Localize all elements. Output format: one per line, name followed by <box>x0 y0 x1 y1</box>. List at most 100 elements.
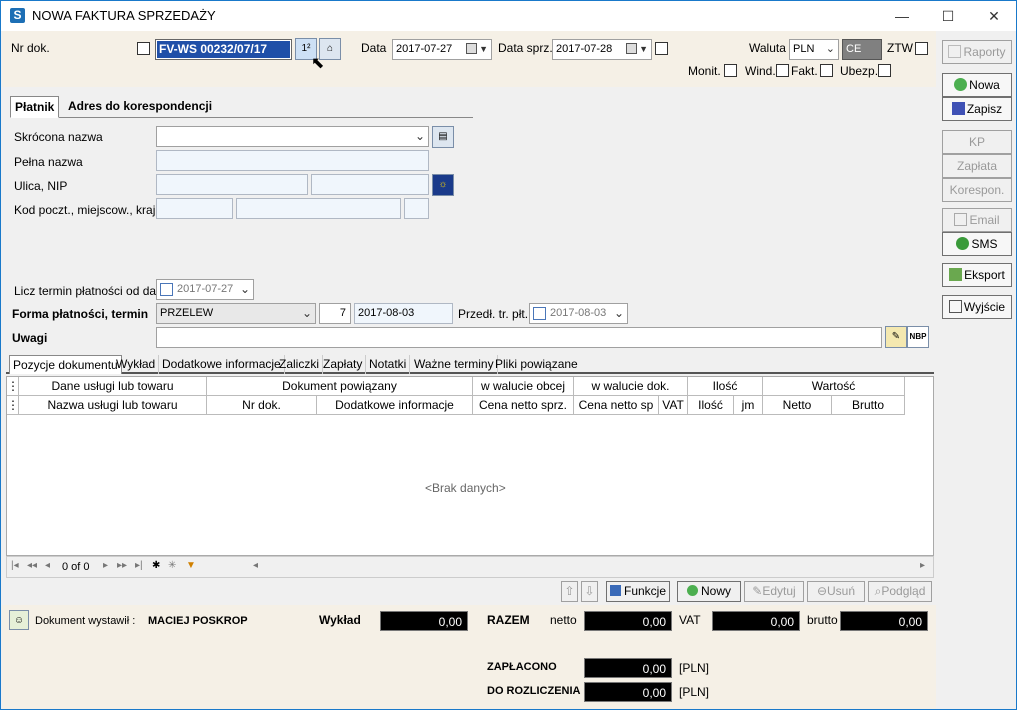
tab-zaplaty[interactable]: Zapłaty <box>320 355 367 374</box>
move-down-icon[interactable]: ⇩ <box>581 581 598 602</box>
column-header[interactable]: Cena netto sprz. <box>473 396 574 415</box>
uwagi-field[interactable] <box>156 327 882 348</box>
podglad-button[interactable]: ⌕Podgląd <box>868 581 932 602</box>
user-icon[interactable]: ☺ <box>9 610 29 630</box>
data-sprz-checkbox[interactable] <box>655 42 668 55</box>
wyjscie-button[interactable]: Wyjście <box>942 295 1012 319</box>
eksport-button[interactable]: Eksport <box>942 263 1012 287</box>
nowy-button[interactable]: Nowy <box>677 581 741 602</box>
miejscowosc-field[interactable] <box>236 198 401 219</box>
skrocona-select[interactable]: ⌄ <box>156 126 429 147</box>
grid-menu-icon[interactable]: ⋮ <box>7 396 19 415</box>
zapisz-button[interactable]: Zapisz <box>942 97 1012 121</box>
next-record-icon[interactable]: ▸ <box>103 560 108 571</box>
nowy-label: Nowy <box>700 584 731 598</box>
grid-menu-icon[interactable]: ⋮ <box>7 377 19 396</box>
zaplata-button[interactable]: Zapłata <box>942 154 1012 178</box>
tab-dodatkowe[interactable]: Dodatkowe informacje <box>159 355 285 374</box>
ztw-checkbox[interactable] <box>915 42 928 55</box>
waluta-select[interactable]: PLN ⌄ <box>789 39 839 60</box>
monit-label: Monit. <box>688 64 721 78</box>
licz-checkbox[interactable] <box>160 283 173 296</box>
last-record-icon[interactable]: ▸| <box>135 560 143 571</box>
scroll-right-icon[interactable]: ▸ <box>920 560 925 571</box>
raporty-button[interactable]: Raporty <box>942 40 1012 64</box>
eu-flag-icon[interactable]: ☼ <box>432 174 454 196</box>
scroll-left-icon[interactable]: ◂ <box>253 560 258 571</box>
sms-button[interactable]: SMS <box>942 232 1012 256</box>
vat-value: 0,00 <box>712 611 800 631</box>
prev-page-icon[interactable]: ◂◂ <box>27 560 37 571</box>
eksport-label: Eksport <box>964 268 1005 282</box>
usun-button[interactable]: ⊖Usuń <box>807 581 865 602</box>
monit-checkbox[interactable] <box>724 64 737 77</box>
kp-button[interactable]: KP <box>942 130 1012 154</box>
nr-dok-label: Nr dok. <box>11 41 50 55</box>
tab-adres[interactable]: Adres do korespondencji <box>64 96 216 118</box>
column-header[interactable]: Nazwa usługi lub towaru <box>19 396 207 415</box>
column-header[interactable]: Cena netto sp <box>574 396 659 415</box>
mouse-cursor-icon: ⬉ <box>311 55 325 72</box>
nr-dok-field[interactable]: FV-WS 00232/07/17 <box>155 39 292 60</box>
licz-field[interactable]: 2017-07-27 ⌄ <box>156 279 254 300</box>
tab-pliki[interactable]: Pliki powiązane <box>492 355 581 374</box>
korespon-button[interactable]: Korespon. <box>942 178 1012 202</box>
tab-zaliczki[interactable]: Zaliczki <box>276 355 324 374</box>
next-page-icon[interactable]: ▸▸ <box>117 560 127 571</box>
nip-field[interactable] <box>311 174 429 195</box>
forma-select[interactable]: PRZELEW ⌄ <box>156 303 316 324</box>
close-button[interactable]: ✕ <box>971 1 1016 31</box>
data-field[interactable]: 2017-07-27 ▼ <box>392 39 492 60</box>
ubezp-checkbox[interactable] <box>878 64 891 77</box>
kraj-field[interactable] <box>404 198 429 219</box>
wind-checkbox[interactable] <box>776 64 789 77</box>
column-header[interactable]: Nr dok. <box>207 396 317 415</box>
tab-notatki[interactable]: Notatki <box>366 355 411 374</box>
group-header: w walucie dok. <box>574 377 688 396</box>
report-icon <box>948 45 962 58</box>
nowa-button[interactable]: Nowa <box>942 73 1012 97</box>
export-icon <box>949 268 963 281</box>
termin-date-field[interactable]: 2017-08-03 <box>354 303 453 324</box>
edytuj-button[interactable]: ✎Edytuj <box>744 581 804 602</box>
group-header: Wartość <box>763 377 905 396</box>
fakt-checkbox[interactable] <box>820 64 833 77</box>
brutto-label: brutto <box>807 613 838 627</box>
column-header[interactable]: Ilość <box>688 396 734 415</box>
predl-field[interactable]: 2017-08-03 ⌄ <box>529 303 628 324</box>
column-header[interactable]: Dodatkowe informacje <box>317 396 473 415</box>
forma-label: Forma płatności, termin <box>12 307 149 321</box>
tab-platnik[interactable]: Płatnik <box>10 96 60 118</box>
first-record-icon[interactable]: |◂ <box>11 560 19 571</box>
nbp-button[interactable]: NBP <box>907 326 929 348</box>
asterisk-icon[interactable]: ✱ <box>152 560 160 571</box>
ulica-field[interactable] <box>156 174 308 195</box>
email-button[interactable]: Email <box>942 208 1012 232</box>
edit-note-icon[interactable]: ✎ <box>885 326 907 348</box>
tab-pozycje[interactable]: Pozycje dokumentu <box>9 355 122 374</box>
maximize-button[interactable]: ☐ <box>925 1 971 31</box>
move-up-icon[interactable]: ⇧ <box>561 581 578 602</box>
nr-dok-checkbox[interactable] <box>137 42 150 55</box>
predl-checkbox[interactable] <box>533 307 546 320</box>
calendar-icon <box>466 43 477 54</box>
data-value: 2017-07-27 <box>396 43 453 55</box>
book-icon[interactable]: ▤ <box>432 126 454 148</box>
asterisk-all-icon[interactable]: ✳ <box>168 560 176 571</box>
funkcje-button[interactable]: Funkcje <box>606 581 670 602</box>
column-header[interactable]: VAT <box>659 396 688 415</box>
column-header[interactable]: Netto <box>763 396 832 415</box>
data-sprz-field[interactable]: 2017-07-28 ▼ <box>552 39 652 60</box>
brutto-value: 0,00 <box>840 611 928 631</box>
kod-field[interactable] <box>156 198 233 219</box>
column-header[interactable]: Brutto <box>832 396 905 415</box>
tab-wyklad[interactable]: Wykład <box>113 355 160 374</box>
column-header[interactable]: jm <box>734 396 763 415</box>
tab-wazne-terminy[interactable]: Ważne terminy <box>411 355 498 374</box>
minimize-button[interactable]: — <box>879 1 925 31</box>
filter-icon[interactable]: ▼ <box>186 560 196 571</box>
termin-days-field[interactable]: 7 <box>319 303 351 324</box>
prev-record-icon[interactable]: ◂ <box>45 560 50 571</box>
razem-label: RAZEM <box>487 613 530 627</box>
pelna-field[interactable] <box>156 150 429 171</box>
